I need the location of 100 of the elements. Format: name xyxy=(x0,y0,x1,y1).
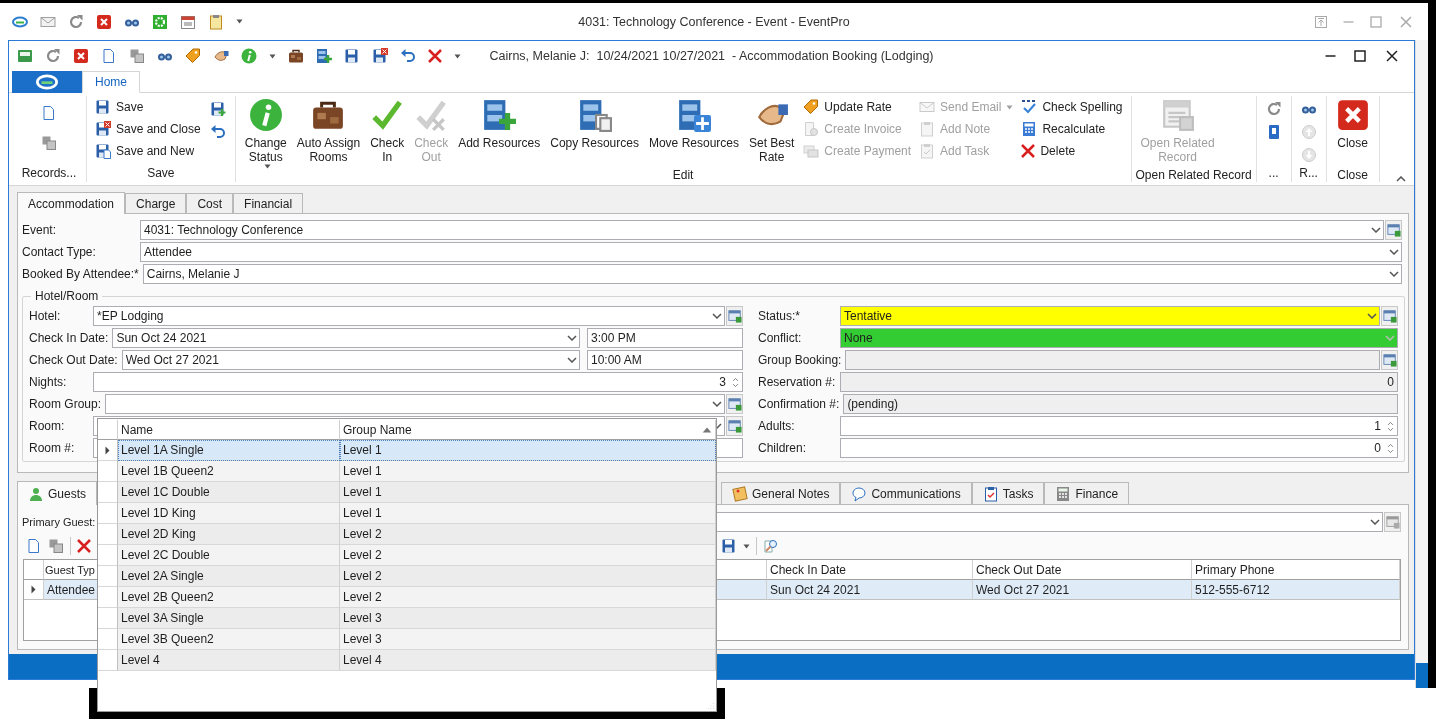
app-menu-button[interactable] xyxy=(12,71,82,93)
toolbar-button[interactable] xyxy=(316,48,332,64)
list-item[interactable]: Level 3 xyxy=(340,608,716,629)
time-field[interactable]: 10:00 AM xyxy=(587,350,743,370)
list-item[interactable]: Level 1 xyxy=(340,461,716,482)
person-icon xyxy=(28,485,44,502)
undo-icon xyxy=(400,48,416,64)
ribbon-button[interactable]: Delete xyxy=(1017,140,1080,162)
table-cell: Wed Oct 27 2021 xyxy=(973,580,1192,600)
list-item[interactable]: Level 2 xyxy=(340,545,716,566)
list-item[interactable]: Level 3B Queen2 xyxy=(118,629,340,650)
minimize-icon xyxy=(1343,20,1354,23)
toolbar-button[interactable] xyxy=(213,48,229,64)
toolbar-button[interactable] xyxy=(236,19,243,24)
tab[interactable]: Accommodation xyxy=(17,192,126,214)
refresh-icon xyxy=(68,13,84,30)
ribbon-button[interactable]: Close xyxy=(1330,96,1375,168)
toolbar-button[interactable] xyxy=(372,48,388,64)
tab[interactable]: Finance xyxy=(1044,482,1130,504)
lookup-icon xyxy=(1382,353,1397,367)
new-document-icon xyxy=(101,48,117,64)
list-item[interactable]: Level 3 xyxy=(340,629,716,650)
field-label: Room #: xyxy=(29,441,76,455)
column-header[interactable]: Name xyxy=(118,420,340,440)
toolbar-button[interactable] xyxy=(428,49,442,63)
list-item[interactable]: Level 2A Single xyxy=(118,566,340,587)
delete-icon xyxy=(77,539,91,553)
list-item[interactable]: Level 3A Single xyxy=(118,608,340,629)
lookup-button[interactable] xyxy=(726,416,743,436)
input-field[interactable]: (pending) xyxy=(843,394,1398,414)
lookup-button[interactable] xyxy=(1381,350,1398,370)
list-item[interactable]: Level 1 xyxy=(340,440,716,461)
close-icon xyxy=(1335,98,1370,132)
toolbar-button[interactable] xyxy=(344,48,360,64)
tab[interactable]: General Notes xyxy=(721,482,841,504)
field-label: Status:* xyxy=(758,309,802,323)
tab[interactable]: Charge xyxy=(125,193,187,213)
group-label: Edit xyxy=(671,168,695,182)
column-header[interactable]: Group Name xyxy=(340,420,716,440)
save-icon xyxy=(95,99,111,115)
lookup-button[interactable] xyxy=(1385,220,1402,240)
ribbon-button[interactable]: Add Resources xyxy=(453,96,546,168)
collapse-button[interactable] xyxy=(1396,176,1406,182)
ribbon-button[interactable]: Auto Assign Rooms xyxy=(291,96,366,168)
group-label: Save xyxy=(146,166,176,182)
field-label: Reservation #: xyxy=(758,375,837,389)
tab[interactable]: Guests xyxy=(17,481,97,505)
list-item[interactable]: Level 1 xyxy=(340,482,716,503)
toolbar-button[interactable] xyxy=(269,53,276,59)
lookup-button[interactable] xyxy=(1381,306,1398,326)
toolbar-button[interactable] xyxy=(721,538,737,554)
list-item[interactable]: Level 1C Double xyxy=(118,482,340,503)
toolbar-button[interactable] xyxy=(288,48,304,64)
tab[interactable]: Cost xyxy=(186,193,234,213)
caret-icon xyxy=(454,53,461,59)
list-item[interactable]: Level 2 xyxy=(340,566,716,587)
list-item[interactable]: Level 4 xyxy=(340,650,716,671)
close-button[interactable] xyxy=(1384,48,1400,64)
restore-button[interactable] xyxy=(1313,13,1329,30)
list-item[interactable]: Level 4 xyxy=(118,650,340,671)
ribbon-button[interactable]: Save and Close xyxy=(91,118,205,140)
minimize-button[interactable] xyxy=(1325,55,1336,57)
cards-icon xyxy=(803,143,820,159)
tab[interactable]: Tasks xyxy=(971,482,1045,504)
minimize-icon xyxy=(1325,55,1336,57)
cabinet-copy-icon xyxy=(577,98,612,132)
ribbon-button[interactable]: Move Resources xyxy=(643,96,744,168)
input-field[interactable] xyxy=(845,350,1380,370)
toolbar-button[interactable] xyxy=(743,543,750,549)
cabinet-add-icon xyxy=(316,48,332,64)
list-item[interactable]: Level 2B Queen2 xyxy=(118,587,340,608)
undo-icon xyxy=(209,124,226,140)
list-item[interactable]: Level 2 xyxy=(340,587,716,608)
ribbon-button[interactable]: Check Spelling xyxy=(1017,96,1127,118)
list-item[interactable]: Level 2C Double xyxy=(118,545,340,566)
ribbon-button[interactable]: Set Best Rate xyxy=(744,96,800,168)
input-field[interactable]: 0 xyxy=(840,372,1398,392)
ribbon-button[interactable]: Save and New xyxy=(91,140,199,162)
lookup-button[interactable] xyxy=(726,394,743,414)
ribbon-button[interactable]: Save xyxy=(91,96,148,118)
toolbar-button[interactable] xyxy=(73,48,89,64)
toolbar-button[interactable] xyxy=(400,48,416,64)
list-item[interactable]: Level 1A Single xyxy=(118,440,340,461)
ribbon-button[interactable]: Recalculate xyxy=(1017,118,1110,140)
maximize-button[interactable] xyxy=(1352,48,1368,64)
toolbar-button[interactable] xyxy=(454,53,461,59)
save-icon xyxy=(721,538,737,554)
ribbon-button[interactable]: Copy Resources xyxy=(545,96,644,168)
ribbon-tab[interactable]: Home xyxy=(82,71,140,93)
tag-icon xyxy=(803,99,820,115)
toolbar-button[interactable] xyxy=(96,13,112,30)
ribbon-button[interactable]: Check In xyxy=(365,96,410,168)
time-field[interactable]: 3:00 PM xyxy=(587,328,743,348)
list-item[interactable]: Level 1B Queen2 xyxy=(118,461,340,482)
tab[interactable]: Financial xyxy=(233,193,304,213)
tab[interactable]: Communications xyxy=(840,482,972,504)
ribbon-button[interactable]: Change Status xyxy=(239,96,292,168)
lookup-button[interactable] xyxy=(726,306,743,326)
window-title: 4031: Technology Conference - Event - EventPro xyxy=(578,14,850,29)
ribbon-button[interactable]: Update Rate xyxy=(799,96,896,118)
